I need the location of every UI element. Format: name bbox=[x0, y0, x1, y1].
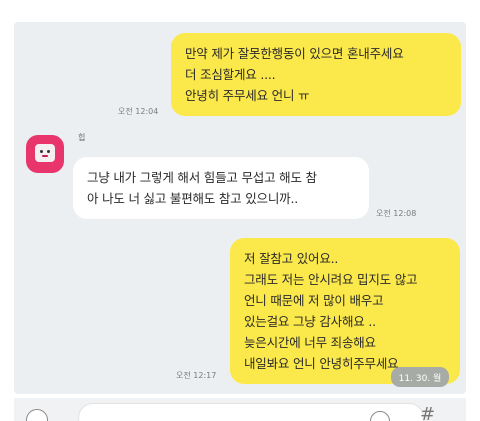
message-line: 아 나도 너 싫고 불편해도 참고 있으니까.. bbox=[87, 191, 298, 206]
date-badge: 11. 30. 월 bbox=[391, 367, 449, 387]
message-time: 오전 12:08 bbox=[376, 209, 417, 218]
message-line: 저 잘참고 있어요.. bbox=[244, 251, 339, 266]
my-message-bubble[interactable]: 만약 제가 잘못한행동이 있으면 혼내주세요 더 조심할게요 .... 안녕히 … bbox=[171, 33, 461, 116]
message-line: 만약 제가 잘못한행동이 있으면 혼내주세요 bbox=[185, 46, 404, 61]
avatar-face-icon bbox=[35, 144, 55, 162]
hash-icon[interactable]: # bbox=[420, 404, 435, 421]
message-line: 있는걸요 그냥 감사해요 .. bbox=[244, 314, 376, 329]
message-time: 오전 12:04 bbox=[118, 107, 159, 116]
message-line: 늦은시간에 너무 죄송해요 bbox=[244, 335, 376, 350]
message-line: 그래도 저는 안시려요 밉지도 않고 bbox=[244, 272, 418, 287]
message-line: 언니 때문에 저 많이 배우고 bbox=[244, 293, 384, 308]
message-line: 안녕히 주무세요 언니 ㅠ bbox=[185, 88, 310, 103]
message-line: 그냥 내가 그렇게 해서 힘들고 무섭고 해도 참 bbox=[87, 170, 317, 185]
other-message-bubble[interactable]: 그냥 내가 그렇게 해서 힘들고 무섭고 해도 참 아 나도 너 싫고 불편해도… bbox=[73, 157, 369, 219]
my-message-bubble[interactable]: 저 잘참고 있어요.. 그래도 저는 안시려요 밉지도 않고 언니 때문에 저 … bbox=[230, 238, 460, 384]
sender-name: 힙 bbox=[78, 133, 86, 142]
message-line: 더 조심할게요 .... bbox=[185, 67, 276, 82]
message-time: 오전 12:17 bbox=[176, 371, 217, 380]
sender-avatar[interactable] bbox=[26, 135, 64, 173]
